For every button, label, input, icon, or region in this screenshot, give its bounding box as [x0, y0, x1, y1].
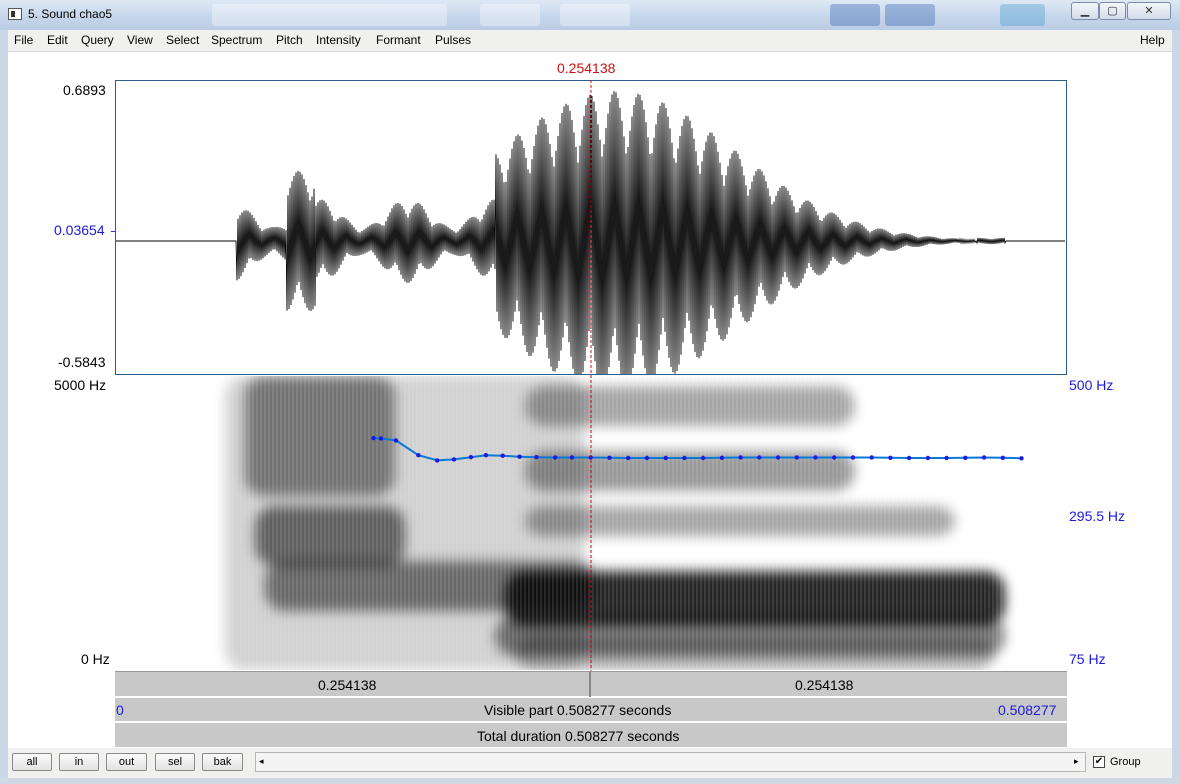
- selection-right-label: 0.254138: [795, 677, 854, 693]
- menu-spectrum[interactable]: Spectrum: [211, 33, 262, 47]
- pitch-point: [944, 455, 949, 461]
- pitch-value-label: 295.5 Hz: [1069, 508, 1126, 524]
- menu-query[interactable]: Query: [81, 33, 114, 47]
- pitch-point: [553, 455, 558, 460]
- waveform-min-label: -0.5843: [58, 354, 106, 370]
- spectrogram-max-freq-label: 5000 Hz: [54, 377, 107, 393]
- pitch-bottom-label: 75 Hz: [1069, 651, 1106, 667]
- spectrogram-bands: [225, 376, 1005, 670]
- pitch-point: [663, 455, 668, 461]
- selection-left-label: 0.254138: [318, 677, 377, 693]
- time-scrollbar[interactable]: ◂ ▸: [255, 752, 1086, 772]
- waveform-panel[interactable]: [115, 80, 1067, 375]
- menu-pitch[interactable]: Pitch: [276, 33, 303, 47]
- visible-part-text: Visible part 0.508277 seconds: [484, 702, 672, 718]
- zoom-back-button[interactable]: bak: [202, 753, 243, 771]
- minimize-button[interactable]: ▁: [1071, 2, 1099, 20]
- pitch-point: [626, 455, 631, 461]
- pitch-point: [378, 436, 384, 441]
- spectrogram-min-freq-label: 0 Hz: [81, 651, 110, 667]
- pitch-point: [607, 455, 612, 460]
- pitch-point: [416, 453, 421, 458]
- pitch-point: [483, 453, 489, 458]
- pitch-point: [468, 455, 474, 460]
- zoom-out-button[interactable]: out: [106, 753, 147, 771]
- pitch-point: [371, 435, 376, 441]
- pitch-point: [569, 455, 575, 460]
- cursor-time-label: 0.254138: [557, 60, 616, 76]
- pitch-point: [906, 455, 912, 461]
- visible-start-label: 0: [116, 702, 124, 718]
- menu-formant[interactable]: Formant: [376, 33, 421, 47]
- pitch-top-label: 500 Hz: [1069, 377, 1114, 393]
- pitch-point: [757, 455, 762, 460]
- pitch-point: [869, 455, 874, 460]
- waveform-plot: [116, 91, 1065, 374]
- window-frame-left: [0, 30, 8, 784]
- menu-pulses[interactable]: Pulses: [435, 33, 471, 47]
- pitch-point: [517, 454, 522, 459]
- selection-bar[interactable]: 0.254138 0.254138: [115, 671, 1067, 697]
- taskbar-strip: [0, 778, 1180, 784]
- pitch-point: [832, 455, 837, 460]
- pitch-point: [1019, 456, 1024, 461]
- group-label: Group: [1110, 756, 1141, 768]
- pitch-point: [813, 455, 818, 460]
- pitch-point: [888, 455, 893, 460]
- menu-view[interactable]: View: [127, 33, 153, 47]
- pitch-point: [1000, 455, 1005, 460]
- spectrogram-panel[interactable]: [115, 376, 1067, 670]
- pitch-point: [981, 455, 987, 460]
- pitch-point: [925, 455, 931, 461]
- window-frame-right: [1172, 30, 1180, 784]
- pitch-point: [775, 455, 781, 460]
- group-checkbox[interactable]: ✔: [1093, 756, 1105, 768]
- spectrogram-plot: [224, 376, 1024, 670]
- window-title: 5. Sound chao5: [28, 7, 113, 21]
- scroll-right-icon[interactable]: ▸: [1074, 756, 1079, 767]
- praat-sound-window: 5. Sound chao5 ▁ ▢ ✕ File Edit Query Vie…: [0, 0, 1180, 784]
- visible-end-label: 0.508277: [998, 702, 1057, 718]
- pitch-point: [850, 455, 856, 460]
- menu-help[interactable]: Help: [1140, 33, 1165, 47]
- menu-bar: File Edit Query View Select Spectrum Pit…: [8, 30, 1172, 52]
- pitch-point: [682, 455, 687, 461]
- menu-intensity[interactable]: Intensity: [316, 33, 361, 47]
- waveform-zero-label: 0.03654: [54, 222, 105, 238]
- maximize-button[interactable]: ▢: [1099, 2, 1126, 20]
- zoom-all-button[interactable]: all: [12, 753, 52, 771]
- title-bar[interactable]: 5. Sound chao5 ▁ ▢ ✕: [0, 0, 1180, 30]
- zoom-selection-button[interactable]: sel: [155, 753, 195, 771]
- pitch-point: [794, 455, 799, 460]
- menu-file[interactable]: File: [14, 33, 33, 47]
- total-duration-bar[interactable]: Total duration 0.508277 seconds: [115, 722, 1067, 747]
- pitch-point: [588, 455, 593, 460]
- close-button[interactable]: ✕: [1127, 2, 1171, 20]
- menu-select[interactable]: Select: [166, 33, 199, 47]
- zoom-in-button[interactable]: in: [59, 753, 99, 771]
- bottom-toolbar: all in out sel bak ◂ ▸ ✔ Group: [8, 748, 1172, 778]
- pitch-point: [534, 455, 539, 460]
- pitch-point: [393, 438, 399, 443]
- pitch-point: [700, 455, 706, 461]
- pitch-point: [738, 455, 743, 460]
- pitch-point: [719, 455, 725, 460]
- pitch-point: [644, 455, 650, 461]
- pitch-point: [963, 455, 968, 460]
- total-duration-text: Total duration 0.508277 seconds: [477, 728, 680, 744]
- pitch-point: [435, 458, 440, 463]
- menu-edit[interactable]: Edit: [47, 33, 68, 47]
- scroll-left-icon[interactable]: ◂: [259, 756, 264, 767]
- pitch-point: [451, 457, 457, 462]
- visible-part-bar[interactable]: 0 Visible part 0.508277 seconds 0.508277: [115, 697, 1067, 721]
- waveform-trace: [116, 91, 1065, 374]
- spectrogram-striations: [224, 376, 1002, 670]
- pitch-point: [500, 453, 505, 458]
- window-icon: [8, 8, 22, 20]
- waveform-max-label: 0.6893: [63, 82, 106, 98]
